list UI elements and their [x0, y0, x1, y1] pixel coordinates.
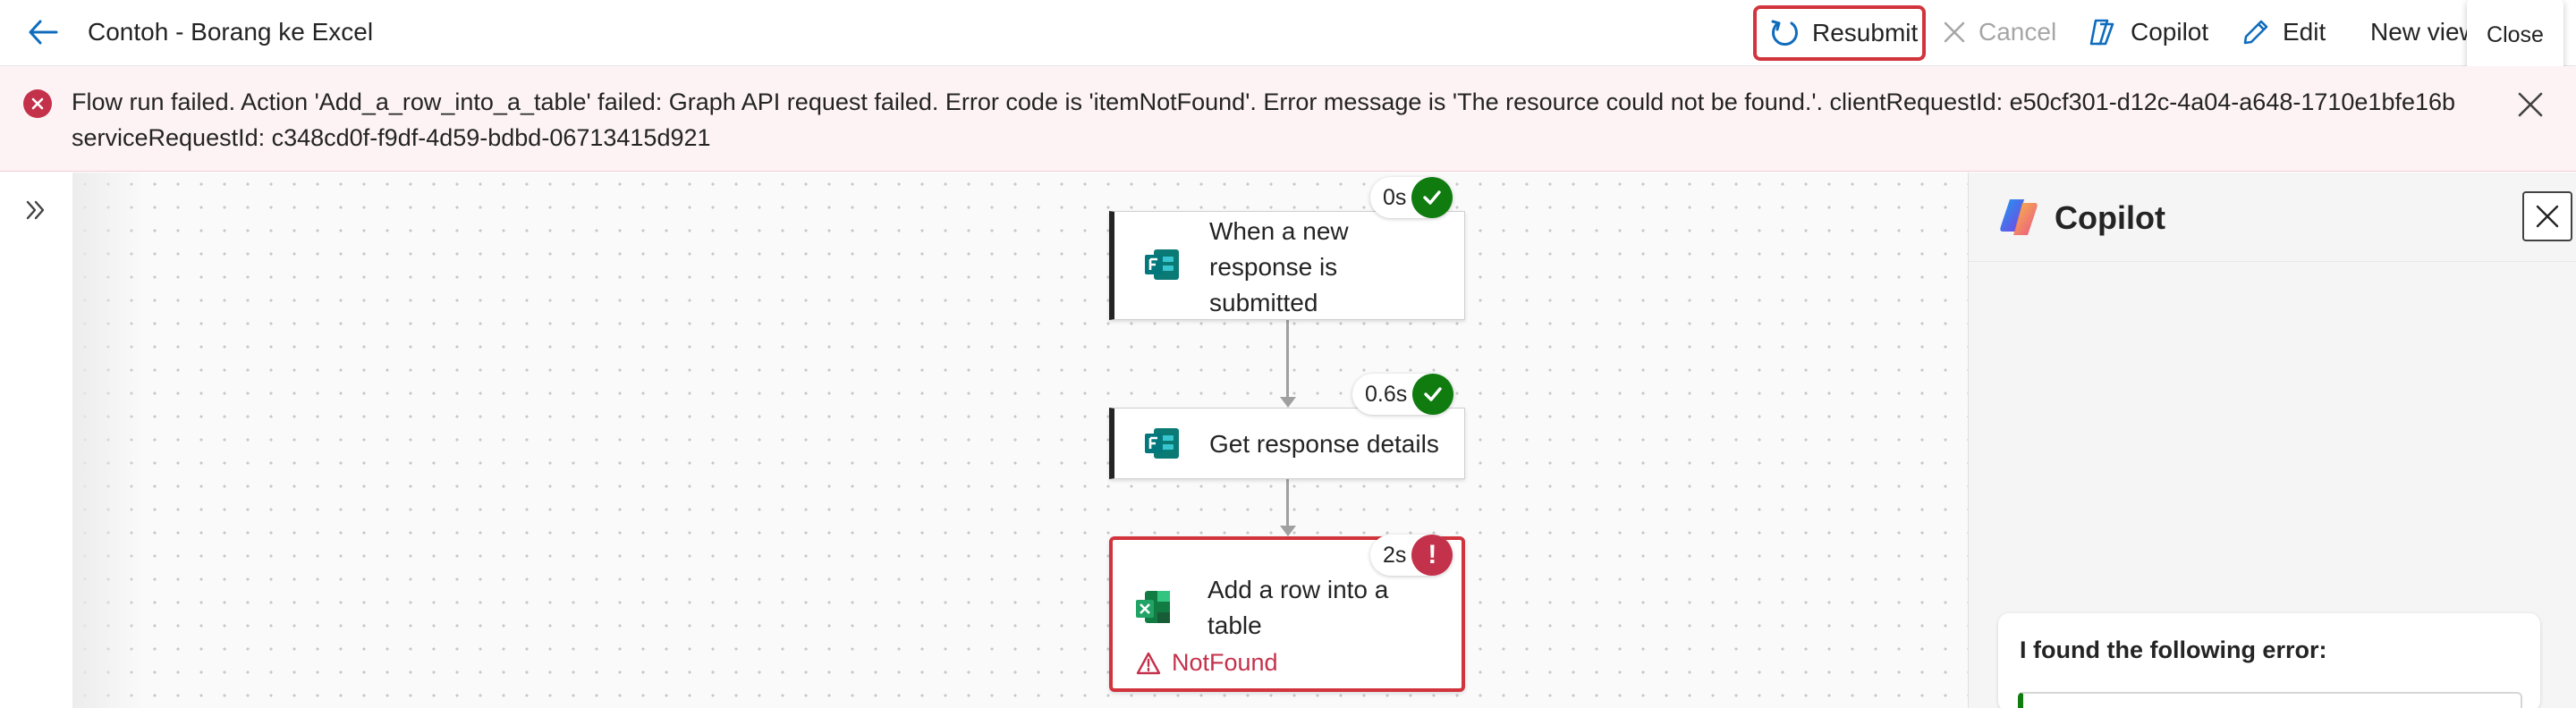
- flow-step-get-details[interactable]: Get response details: [1109, 408, 1465, 479]
- copilot-label: Copilot: [2131, 18, 2209, 46]
- step-duration: 2s: [1383, 542, 1407, 568]
- back-button[interactable]: [23, 13, 63, 52]
- step-duration: 0s: [1383, 184, 1407, 210]
- flow-step-trigger[interactable]: When a new response is submitted: [1109, 211, 1465, 320]
- close-icon: [2536, 205, 2559, 228]
- forms-icon: [1145, 428, 1179, 459]
- arrow-left-icon: [29, 20, 58, 45]
- step-label: Get response details: [1209, 430, 1439, 458]
- close-icon: [2518, 92, 2543, 117]
- dismiss-icon: [1944, 21, 1965, 43]
- edit-label: Edit: [2283, 18, 2326, 46]
- error-message: Flow run failed. Action 'Add_a_row_into_…: [72, 88, 2456, 151]
- new-view-toggle[interactable]: New view: [2370, 9, 2478, 55]
- close-tooltip: Close: [2467, 0, 2563, 70]
- canvas-edge-shadow: [73, 173, 145, 708]
- excel-icon: [1136, 591, 1170, 623]
- connector-arrow-1: [1280, 397, 1296, 408]
- step-label: Add a row into a table: [1208, 576, 1389, 639]
- connector-1: [1286, 320, 1289, 399]
- expand-panel-button[interactable]: [18, 192, 54, 228]
- error-circle-icon: [23, 89, 52, 118]
- copilot-button[interactable]: Copilot: [2088, 9, 2208, 55]
- copilot-logo-icon: [2000, 199, 2038, 235]
- cancel-button[interactable]: Cancel: [1943, 9, 2056, 55]
- refresh-icon: [1771, 20, 1798, 46]
- step-error-text: NotFound: [1172, 649, 1278, 676]
- copilot-message-text: I found the following error:: [2020, 636, 2327, 663]
- copilot-icon: [2089, 19, 2114, 46]
- left-rail: [0, 173, 73, 708]
- close-copilot-button[interactable]: [2522, 191, 2572, 241]
- new-view-label: New view: [2370, 18, 2478, 46]
- copilot-panel-header: Copilot: [1969, 173, 2576, 262]
- pencil-icon: [2243, 20, 2268, 45]
- step-error: NotFound: [1136, 649, 1278, 677]
- edit-button[interactable]: Edit: [2241, 9, 2326, 55]
- connector-arrow-2: [1280, 526, 1296, 536]
- step-status-badge: 2s !: [1370, 535, 1453, 576]
- checkmark-icon: [1412, 374, 1454, 415]
- resubmit-button[interactable]: Resubmit: [1753, 5, 1926, 61]
- copilot-panel-title: Copilot: [2055, 199, 2165, 236]
- resubmit-label: Resubmit: [1812, 19, 1919, 46]
- command-bar: Contoh - Borang ke Excel Resubmit Cancel…: [0, 0, 2576, 66]
- step-label: When a new response is submitted: [1209, 217, 1349, 316]
- error-banner: Flow run failed. Action 'Add_a_row_into_…: [0, 66, 2576, 172]
- warning-icon: [1136, 652, 1161, 674]
- dismiss-banner-button[interactable]: [2515, 89, 2546, 120]
- chevron-double-right-icon: [26, 200, 45, 220]
- flow-title: Contoh - Borang ke Excel: [88, 18, 374, 46]
- step-status-badge: 0s: [1370, 177, 1453, 218]
- step-status-badge: 0.6s: [1352, 374, 1454, 415]
- connector-2: [1286, 479, 1289, 527]
- cancel-label: Cancel: [1979, 18, 2057, 46]
- copilot-error-detail: [2018, 692, 2522, 708]
- forms-icon: [1145, 249, 1179, 280]
- copilot-message-card: I found the following error:: [1998, 613, 2540, 708]
- step-duration: 0.6s: [1365, 381, 1408, 407]
- flow-canvas[interactable]: [73, 173, 1968, 708]
